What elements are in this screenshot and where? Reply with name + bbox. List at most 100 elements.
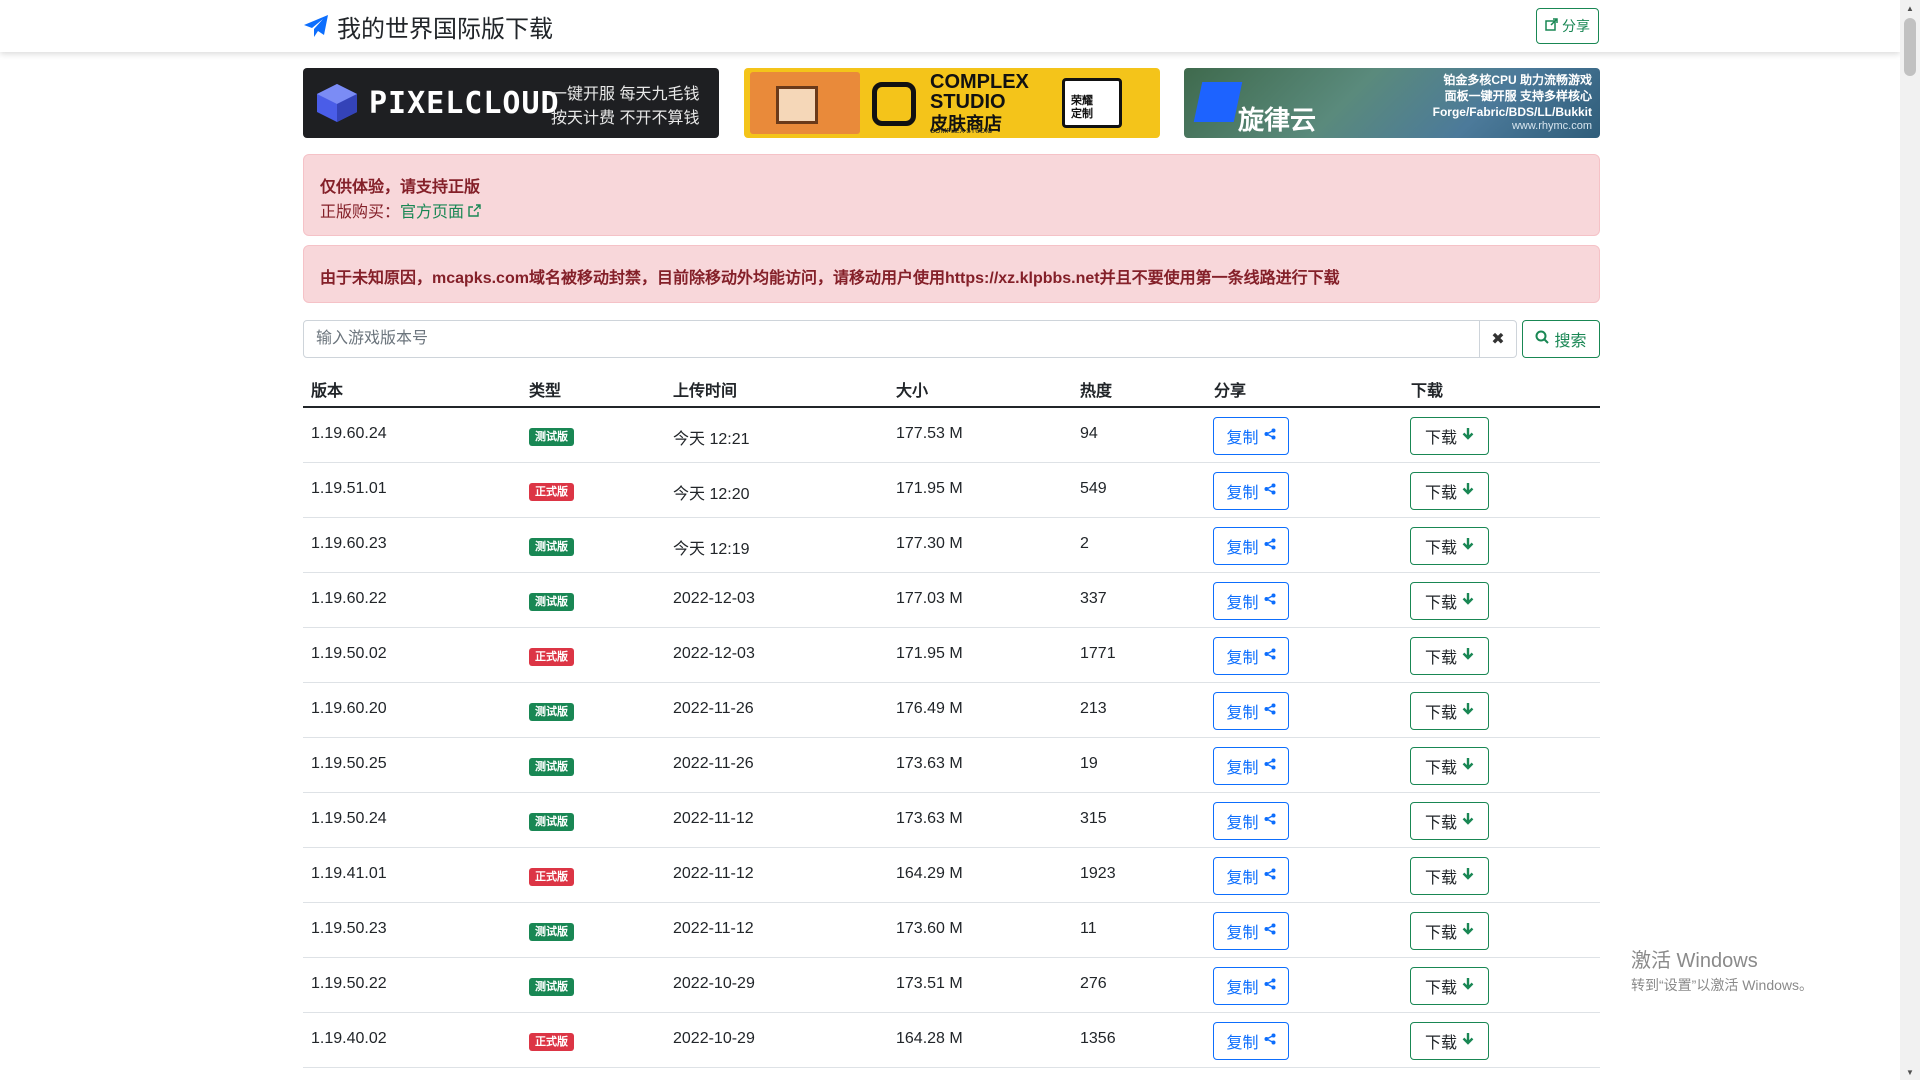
banner-complex-studio[interactable]: COMPLEX STUDIO 皮肤商店 COMPLEX STUDIO 荣耀 定制 <box>744 68 1160 138</box>
copy-share-button[interactable]: 复制 <box>1213 912 1289 950</box>
version-search-input[interactable] <box>303 320 1480 358</box>
scrollbar[interactable]: ▲ ▼ <box>1900 0 1920 1080</box>
share-button[interactable]: 分享 <box>1536 8 1599 44</box>
close-icon: ✖ <box>1491 331 1505 348</box>
download-button[interactable]: 下载 <box>1410 967 1489 1005</box>
row-upload-time: 2022-10-29 <box>673 1030 755 1047</box>
share-alt-icon <box>1264 592 1276 610</box>
arrow-down-icon <box>1462 1032 1474 1050</box>
download-button-label: 下载 <box>1424 485 1457 502</box>
clear-search-button[interactable]: ✖ <box>1479 320 1517 358</box>
download-button[interactable]: 下载 <box>1410 692 1489 730</box>
table-row: 1.19.51.01 正式版 今天 12:20 171.95 M 549 复制 下载 <box>303 463 1600 518</box>
row-size: 164.29 M <box>896 865 963 882</box>
banner-rhymc[interactable]: 旋律云 铂金多核CPU 助力流畅游戏 面板一键开服 支持多样核心 Forge/F… <box>1184 68 1600 138</box>
row-version: 1.19.60.20 <box>311 700 387 717</box>
download-button-label: 下载 <box>1424 815 1457 832</box>
alert-title: 仅供体验，请支持正版 <box>320 179 481 196</box>
search-icon <box>1535 330 1550 349</box>
pixelcloud-name: PIXELCLOUD <box>369 86 560 121</box>
domain-block-text: 由于未知原因，mcapks.com域名被移动封禁，目前除移动外均能访问，请移动用… <box>320 270 1340 287</box>
scroll-down-icon[interactable]: ▼ <box>1900 1064 1920 1080</box>
download-button[interactable]: 下载 <box>1410 527 1489 565</box>
download-button[interactable]: 下载 <box>1410 747 1489 785</box>
download-button[interactable]: 下载 <box>1410 802 1489 840</box>
row-upload-time: 2022-10-29 <box>673 975 755 992</box>
support-official-alert: 仅供体验，请支持正版 正版购买：官方页面 <box>303 154 1600 236</box>
share-alt-icon <box>1264 922 1276 940</box>
row-upload-time: 2022-12-03 <box>673 590 755 607</box>
row-version: 1.19.60.24 <box>311 425 387 442</box>
header-type: 类型 <box>529 383 562 400</box>
copy-button-label: 复制 <box>1226 870 1259 887</box>
download-button[interactable]: 下载 <box>1410 637 1489 675</box>
copy-share-button[interactable]: 复制 <box>1213 582 1289 620</box>
download-button[interactable]: 下载 <box>1410 857 1489 895</box>
arrow-down-icon <box>1462 592 1474 610</box>
row-type-badge: 测试版 <box>529 923 574 941</box>
copy-share-button[interactable]: 复制 <box>1213 637 1289 675</box>
download-button[interactable]: 下载 <box>1410 472 1489 510</box>
scrollbar-thumb[interactable] <box>1904 18 1916 76</box>
table-row: 1.19.50.02 正式版 2022-12-03 171.95 M 1771 复制 下载 <box>303 628 1600 683</box>
share-alt-icon <box>1264 757 1276 775</box>
windows-activation-watermark: 激活 Windows 转到“设置”以激活 Windows。 <box>1631 944 1813 995</box>
watermark-subtitle: 转到“设置”以激活 Windows。 <box>1631 977 1814 993</box>
pixelcloud-logo-icon <box>317 84 357 122</box>
row-type-badge: 正式版 <box>529 483 574 501</box>
row-heat: 2 <box>1080 535 1089 552</box>
download-button[interactable]: 下载 <box>1410 417 1489 455</box>
row-upload-time: 今天 12:19 <box>673 541 750 558</box>
download-button[interactable]: 下载 <box>1410 582 1489 620</box>
arrow-down-icon <box>1462 867 1474 885</box>
row-upload-time: 2022-11-12 <box>673 865 754 882</box>
copy-share-button[interactable]: 复制 <box>1213 1022 1289 1060</box>
table-row: 1.19.50.24 测试版 2022-11-12 173.63 M 315 复制 下载 <box>303 793 1600 848</box>
download-button[interactable]: 下载 <box>1410 912 1489 950</box>
copy-share-button[interactable]: 复制 <box>1213 967 1289 1005</box>
share-alt-icon <box>1264 427 1276 445</box>
arrow-down-icon <box>1462 702 1474 720</box>
site-title: 我的世界国际版下载 <box>337 15 553 43</box>
table-row: 1.19.60.24 测试版 今天 12:21 177.53 M 94 复制 下载 <box>303 408 1600 463</box>
table-body: 1.19.60.24 测试版 今天 12:21 177.53 M 94 复制 下载 1.19.… <box>303 408 1600 1068</box>
copy-share-button[interactable]: 复制 <box>1213 857 1289 895</box>
row-heat: 1356 <box>1080 1030 1116 1047</box>
ad-banners: PIXELCLOUD 一键开服 每天九毛钱 按天计费 不开不算钱 COMPLEX… <box>303 68 1600 138</box>
share-alt-icon <box>1264 867 1276 885</box>
share-alt-icon <box>1264 482 1276 500</box>
row-version: 1.19.50.23 <box>311 920 387 937</box>
official-page-link[interactable]: 官方页面 <box>400 204 482 221</box>
row-size: 176.49 M <box>896 700 963 717</box>
copy-share-button[interactable]: 复制 <box>1213 692 1289 730</box>
table-row: 1.19.60.20 测试版 2022-11-26 176.49 M 213 复制 下载 <box>303 683 1600 738</box>
row-heat: 213 <box>1080 700 1107 717</box>
arrow-down-icon <box>1462 812 1474 830</box>
row-size: 164.28 M <box>896 1030 963 1047</box>
brand[interactable]: 我的世界国际版下载 <box>303 10 553 43</box>
share-square-icon <box>1545 18 1558 34</box>
row-upload-time: 今天 12:20 <box>673 486 750 503</box>
row-heat: 315 <box>1080 810 1107 827</box>
download-button[interactable]: 下载 <box>1410 1022 1489 1060</box>
copy-button-label: 复制 <box>1226 540 1259 557</box>
share-alt-icon <box>1264 537 1276 555</box>
copy-share-button[interactable]: 复制 <box>1213 417 1289 455</box>
copy-share-button[interactable]: 复制 <box>1213 802 1289 840</box>
banner-pixelcloud[interactable]: PIXELCLOUD 一键开服 每天九毛钱 按天计费 不开不算钱 <box>303 68 719 138</box>
download-button-label: 下载 <box>1424 980 1457 997</box>
search-button[interactable]: 搜索 <box>1522 320 1600 358</box>
scroll-up-icon[interactable]: ▲ <box>1900 0 1920 16</box>
row-upload-time: 2022-11-26 <box>673 700 754 717</box>
pixelcloud-tag-1: 一键开服 每天九毛钱 <box>551 86 700 103</box>
table-row: 1.19.40.02 正式版 2022-10-29 164.28 M 1356 复制 下载 <box>303 1013 1600 1068</box>
row-type-badge: 测试版 <box>529 813 574 831</box>
download-button-label: 下载 <box>1424 925 1457 942</box>
copy-share-button[interactable]: 复制 <box>1213 747 1289 785</box>
copy-button-label: 复制 <box>1226 430 1259 447</box>
copy-share-button[interactable]: 复制 <box>1213 527 1289 565</box>
row-version: 1.19.41.01 <box>311 865 387 882</box>
row-type-badge: 测试版 <box>529 978 574 996</box>
download-button-label: 下载 <box>1424 430 1457 447</box>
copy-share-button[interactable]: 复制 <box>1213 472 1289 510</box>
